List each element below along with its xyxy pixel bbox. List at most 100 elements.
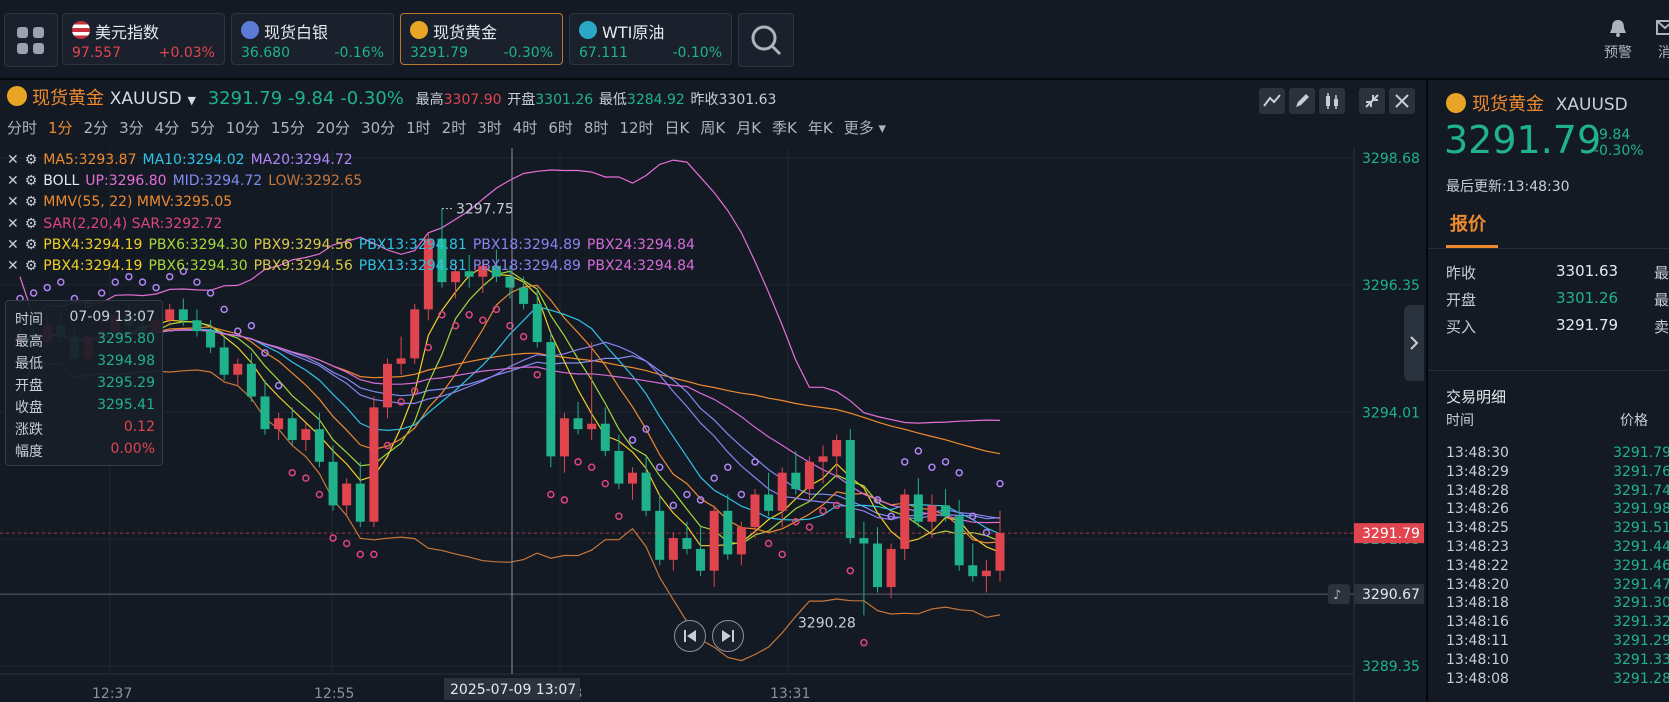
indicator-settings-icon[interactable]: ⚙ [25,152,38,168]
candle-body [696,548,706,571]
remove-indicator-icon[interactable]: ✕ [7,258,19,274]
instrument-symbol[interactable]: XAUUSD [110,89,182,109]
quote-panel: 现货黄金 XAUUSD 3291.79 -9.84 -0.30% 最后更新:13… [1426,80,1669,702]
tab-quote[interactable]: 报价 [1450,210,1486,236]
ticker-change: -0.16% [334,45,384,61]
candle-body [355,483,365,522]
timeframe-19[interactable]: 月K [736,119,761,137]
tooltip-key: 时间 [15,312,43,328]
collapse-button[interactable] [1359,88,1385,114]
tooltip-value: 3294.98 [97,353,155,369]
timeframe-1[interactable]: 1分 [48,119,73,137]
timeframe-20[interactable]: 季K [772,119,797,137]
instrument-name[interactable]: 现货黄金 [32,88,104,109]
ticker-wti-oil[interactable]: WTI原油 67.111 -0.10% [569,13,732,65]
ticker-spot-gold[interactable]: 现货黄金 3291.79 -0.30% [400,13,563,65]
trades-title: 交易明细 [1446,388,1507,406]
candle-body [777,472,787,511]
indicator-value: PBX9:3294.56 [253,258,353,274]
candle-body [641,472,651,511]
indicator-value: PBX24:3294.84 [586,258,695,274]
header-price: 3291.79 [207,88,283,109]
timeframe-4[interactable]: 4分 [155,119,180,137]
candle-body [165,309,175,321]
x-tick-label: 12:37 [92,686,132,702]
timeframe-11[interactable]: 2时 [442,119,467,137]
candle-body [206,331,216,348]
collapse-icon [1365,94,1379,108]
timeframe-10[interactable]: 1时 [406,119,431,137]
last-price-label: 3291.79 [1362,526,1420,542]
remove-indicator-icon[interactable]: ✕ [7,173,19,189]
panel-instrument-name: 现货黄金 [1472,94,1544,115]
close-chart-button[interactable] [1389,88,1415,114]
trade-row: 13:48:10 3291.33 [1446,652,1669,671]
candle-body [764,494,774,511]
indicator-value: PBX4:3294.19 [43,258,143,274]
ticker-spot-silver[interactable]: 现货白银 36.680 -0.16% [231,13,394,65]
candle-body [750,494,760,528]
timeframe-18[interactable]: 周K [700,119,725,137]
ticker-usd-index[interactable]: 美元指数 97.557 +0.03% [62,13,225,65]
tooltip-value: 0.12 [123,419,155,435]
gold-icon [1446,93,1466,113]
alert-button[interactable]: 预警 [1600,18,1636,62]
trade-time: 13:48:10 [1446,651,1509,668]
tooltip-key: 幅度 [15,444,43,460]
panel-toggle-button[interactable] [1404,305,1424,381]
candle-body [274,418,284,430]
trade-row: 13:48:08 3291.28 [1446,671,1669,690]
candle-body [682,538,692,549]
timeframe-13[interactable]: 4时 [513,119,538,137]
draw-line-button[interactable] [1259,88,1285,114]
trade-price: 3291.98 [1613,501,1669,518]
message-button[interactable]: 消 [1655,18,1669,62]
header-change: -9.84 [287,88,335,109]
timeframe-0[interactable]: 分时 [7,119,37,137]
y-tick-label: 3289.35 [1362,659,1420,675]
remove-indicator-icon[interactable]: ✕ [7,216,19,232]
timeframe-16[interactable]: 12时 [619,119,653,137]
apps-menu-button[interactable] [4,13,58,67]
candle-body [913,494,923,522]
timeframe-9[interactable]: 30分 [361,119,395,137]
timeframe-8[interactable]: 20分 [316,119,350,137]
indicator-settings-icon[interactable]: ⚙ [25,216,38,232]
timeframe-2[interactable]: 2分 [84,119,109,137]
trade-row: 13:48:18 3291.30 [1446,595,1669,614]
indicator-value: PBX24:3294.84 [586,236,695,253]
timeframe-17[interactable]: 日K [665,119,690,137]
indicator-settings-icon[interactable]: ⚙ [25,173,38,189]
timeframe-14[interactable]: 6时 [548,119,573,137]
trade-price: 3291.44 [1613,539,1669,555]
candle-body [369,407,379,522]
chevron-down-icon[interactable]: ▼ [188,94,196,107]
trade-row: 13:48:28 3291.74 [1446,483,1669,502]
timeframe-12[interactable]: 3时 [477,119,502,137]
search-button[interactable] [738,13,794,67]
draw-pen-button[interactable] [1289,88,1315,114]
remove-indicator-icon[interactable]: ✕ [7,152,19,168]
timeframe-15[interactable]: 8时 [584,119,609,137]
scroll-end-button[interactable] [712,620,744,652]
indicator-settings-icon[interactable]: ⚙ [25,237,38,253]
timeframe-22[interactable]: 更多 ▾ [844,119,886,137]
candle-body [314,429,324,462]
trade-time: 13:48:16 [1446,614,1509,631]
indicator-settings-icon[interactable]: ⚙ [25,194,38,210]
header-change-pct: -0.30% [340,88,404,109]
timeframe-6[interactable]: 10分 [226,119,260,137]
indicator-value: PBX18:3294.89 [472,236,581,253]
timeframe-3[interactable]: 3分 [119,119,144,137]
indicator-settings-icon[interactable]: ⚙ [25,258,38,274]
timeframe-21[interactable]: 年K [808,119,833,137]
timeframe-7[interactable]: 15分 [271,119,305,137]
scroll-start-button[interactable] [674,620,706,652]
chart-type-button[interactable] [1319,88,1345,114]
chevron-down-icon[interactable]: ▾ [874,119,887,137]
trade-price: 3291.76 [1613,463,1669,480]
remove-indicator-icon[interactable]: ✕ [7,237,19,253]
candle-body [600,423,610,451]
remove-indicator-icon[interactable]: ✕ [7,194,19,210]
timeframe-5[interactable]: 5分 [190,119,215,137]
